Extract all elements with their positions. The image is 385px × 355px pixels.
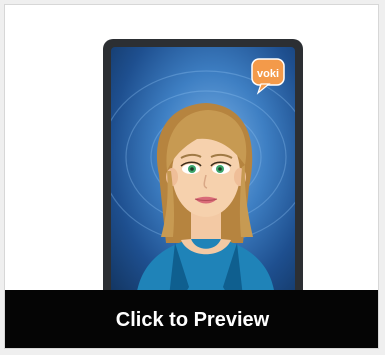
device-screen: voki [111,47,295,297]
click-to-preview-label: Click to Preview [115,308,270,331]
badge-text: voki [257,68,279,80]
avatar-illustration: voki [111,58,295,297]
preview-card[interactable]: voki Click to Preview [4,4,379,349]
click-to-preview-button[interactable]: Click to Preview [5,290,378,348]
device-frame: voki [103,39,303,309]
